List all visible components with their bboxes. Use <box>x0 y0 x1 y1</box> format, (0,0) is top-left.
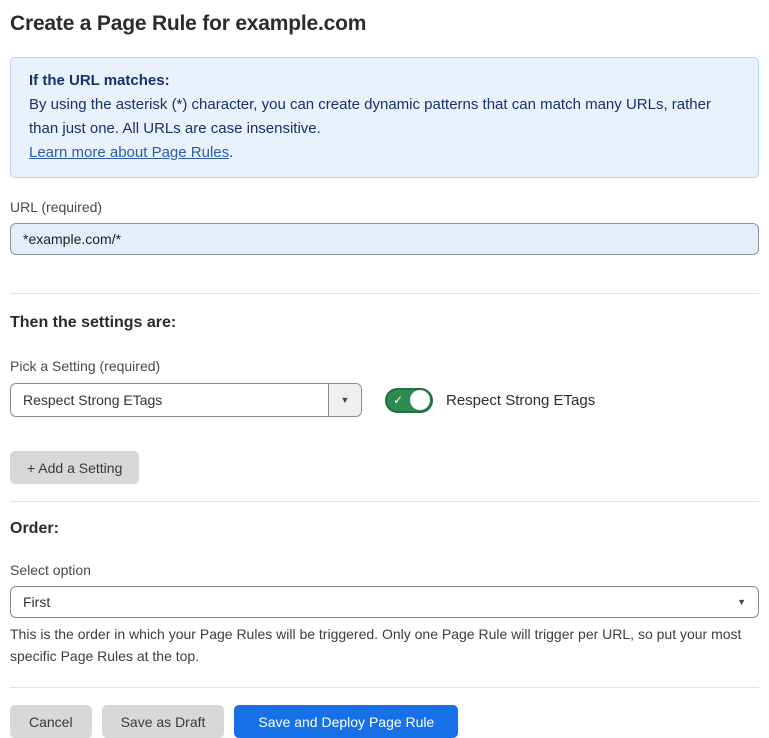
setting-toggle[interactable]: ✓ <box>385 388 433 413</box>
setting-select[interactable]: Respect Strong ETags ▼ <box>10 383 362 417</box>
learn-more-link[interactable]: Learn more about Page Rules <box>29 144 229 161</box>
check-icon: ✓ <box>393 394 403 406</box>
url-match-info-box: If the URL matches: By using the asteris… <box>10 57 759 178</box>
settings-section-heading: Then the settings are: <box>10 314 759 332</box>
toggle-knob <box>410 390 430 410</box>
create-page-rule-panel: Create a Page Rule for example.com If th… <box>0 0 769 738</box>
setting-toggle-label: Respect Strong ETags <box>446 392 595 409</box>
caret-down-icon: ▼ <box>737 597 746 607</box>
info-box-body: By using the asterisk (*) character, you… <box>29 93 740 141</box>
save-and-deploy-button[interactable]: Save and Deploy Page Rule <box>234 705 458 738</box>
footer-divider <box>10 687 759 688</box>
page-title: Create a Page Rule for example.com <box>10 12 759 36</box>
link-period: . <box>229 144 233 161</box>
url-field-label: URL (required) <box>10 199 759 215</box>
url-input[interactable] <box>10 223 759 255</box>
order-select-value: First <box>23 594 737 610</box>
save-as-draft-button[interactable]: Save as Draft <box>102 705 225 738</box>
order-select-label: Select option <box>10 562 759 578</box>
order-select[interactable]: First ▼ <box>10 586 759 618</box>
setting-row: Respect Strong ETags ▼ ✓ Respect Strong … <box>10 383 759 417</box>
setting-select-value: Respect Strong ETags <box>11 384 328 416</box>
setting-select-button[interactable]: ▼ <box>328 384 361 416</box>
cancel-button[interactable]: Cancel <box>10 705 92 738</box>
order-section-heading: Order: <box>10 520 759 538</box>
info-box-link-line: Learn more about Page Rules. <box>29 141 740 165</box>
pick-setting-label: Pick a Setting (required) <box>10 358 759 374</box>
order-help-text: This is the order in which your Page Rul… <box>10 623 755 667</box>
section-divider <box>10 501 759 502</box>
section-divider <box>10 293 759 294</box>
caret-down-icon: ▼ <box>341 395 350 405</box>
info-box-heading: If the URL matches: <box>29 69 740 93</box>
footer-actions: Cancel Save as Draft Save and Deploy Pag… <box>10 705 759 738</box>
add-setting-button[interactable]: + Add a Setting <box>10 451 139 484</box>
